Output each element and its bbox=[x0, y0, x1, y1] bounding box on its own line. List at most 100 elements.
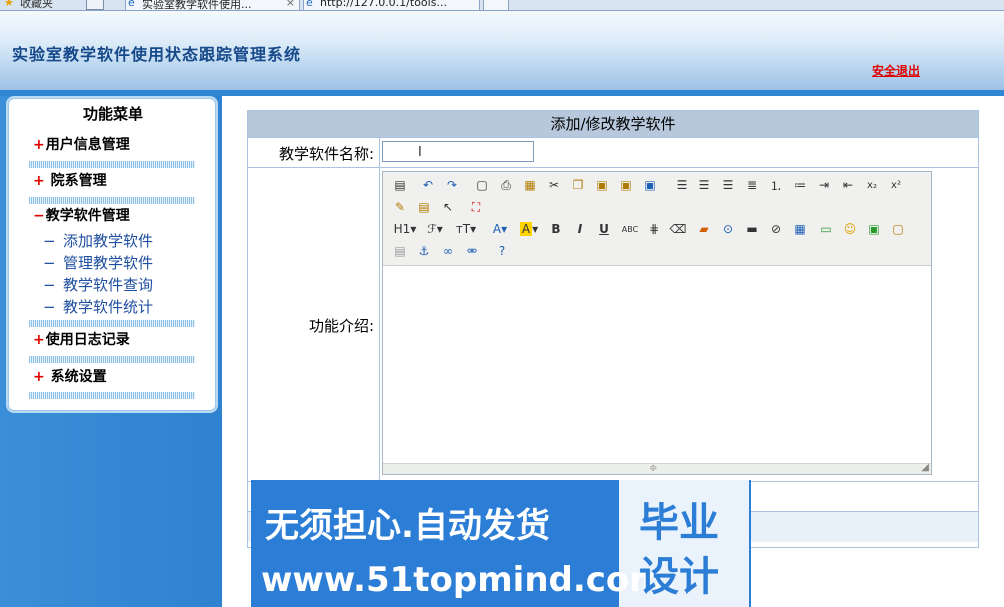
select-all-icon[interactable]: ▤ bbox=[415, 198, 433, 216]
new-tab-button[interactable] bbox=[483, 0, 509, 10]
watermark-url: www.51topmind.com bbox=[261, 560, 665, 600]
clear-format-icon[interactable]: ✎ bbox=[391, 198, 409, 216]
menu-section-label: 系统设置 bbox=[50, 369, 107, 385]
undo-icon[interactable]: ↶ bbox=[419, 176, 437, 194]
indent-icon[interactable]: ⇥ bbox=[815, 176, 833, 194]
editor-resize-bar[interactable]: ≑ ◢ bbox=[383, 462, 931, 474]
menu-item-label: 教学软件统计 bbox=[63, 298, 154, 316]
menu-section-label: 用户信息管理 bbox=[45, 137, 130, 153]
function-menu: 功能菜单 +用户信息管理 + 院系管理 −教学软件管理 − 添加教学软件 − 管理教… bbox=[8, 98, 216, 411]
underline-icon[interactable]: U bbox=[595, 220, 613, 238]
menu-section-department[interactable]: + 院系管理 bbox=[33, 170, 107, 190]
favorites-star-icon[interactable]: ★ bbox=[4, 0, 14, 9]
expand-icon: + bbox=[33, 137, 45, 153]
subscript-icon[interactable]: x₂ bbox=[863, 176, 881, 194]
emoticon-icon[interactable]: ☺ bbox=[841, 220, 859, 238]
unlink-icon[interactable]: ⚮ bbox=[463, 242, 481, 260]
resize-grip-icon[interactable]: ≑ bbox=[649, 463, 657, 474]
browser-tab-title: 实验室教学软件使用... bbox=[142, 0, 252, 11]
sidebar: 功能菜单 +用户信息管理 + 院系管理 −教学软件管理 − 添加教学软件 − 管理教… bbox=[0, 96, 222, 607]
italic-icon[interactable]: I bbox=[571, 220, 589, 238]
align-right-icon[interactable]: ☰ bbox=[719, 176, 737, 194]
source-icon[interactable]: ▤ bbox=[391, 176, 409, 194]
print-icon[interactable]: ⎙ bbox=[497, 176, 515, 194]
dash-icon: − bbox=[43, 276, 56, 294]
menu-item-label: 管理教学软件 bbox=[63, 254, 154, 272]
browser-tab[interactable]: e http://127.0.0.1/tools... bbox=[303, 0, 480, 10]
align-left-icon[interactable]: ☰ bbox=[673, 176, 691, 194]
editor-toolbar: ▤ ↶ ↷ ▢ ⎙ ▦ ✂ ❐ ▣ ▣ ▣ ☰ ☰ ☰ ≣ ⒈ ≔ ⇥ ⇤ x₂ bbox=[383, 172, 931, 266]
outdent-icon[interactable]: ⇤ bbox=[839, 176, 857, 194]
fore-color-icon[interactable]: A ▾ bbox=[489, 220, 511, 238]
cut-icon[interactable]: ✂ bbox=[545, 176, 563, 194]
image-manager-icon[interactable]: ▣ bbox=[865, 220, 883, 238]
browser-tab-title: http://127.0.0.1/tools... bbox=[320, 0, 447, 9]
watermark-overlay: 无须担心.自动发货 www.51topmind.com 毕业 设计 bbox=[251, 480, 751, 607]
font-size-select[interactable]: тT ▾ bbox=[453, 220, 479, 238]
menu-item-query-software[interactable]: − 教学软件查询 bbox=[43, 274, 153, 295]
menu-item-stats-software[interactable]: − 教学软件统计 bbox=[43, 296, 153, 317]
browser-tab-active[interactable]: e 实验室教学软件使用... × bbox=[125, 0, 300, 11]
menu-section-software[interactable]: −教学软件管理 bbox=[33, 205, 130, 225]
intro-label: 功能介绍: bbox=[308, 317, 374, 335]
header-banner: 实验室教学软件使用状态跟踪管理系统 安全退出 bbox=[0, 11, 1004, 90]
align-center-icon[interactable]: ☰ bbox=[695, 176, 713, 194]
fullscreen-icon[interactable]: ⛶ bbox=[467, 198, 485, 216]
dash-icon: − bbox=[43, 298, 56, 316]
watermark-badge-line1: 毕业 bbox=[639, 500, 719, 546]
help-icon[interactable]: ? bbox=[493, 242, 511, 260]
strikethrough-icon[interactable]: ABC bbox=[619, 220, 641, 238]
watermark-slogan: 无须担心.自动发货 bbox=[265, 506, 550, 546]
menu-section-usage-log[interactable]: +使用日志记录 bbox=[33, 329, 130, 349]
table-grid-icon[interactable]: ⋕ bbox=[645, 220, 663, 238]
menu-item-manage-software[interactable]: − 管理教学软件 bbox=[43, 252, 153, 273]
row-divider bbox=[248, 167, 978, 168]
table-icon[interactable]: ▦ bbox=[791, 220, 809, 238]
software-name-input[interactable] bbox=[382, 141, 534, 162]
collapse-icon: − bbox=[33, 208, 45, 224]
redo-icon[interactable]: ↷ bbox=[443, 176, 461, 194]
template-icon[interactable]: ▦ bbox=[521, 176, 539, 194]
page-break-icon[interactable]: ▤ bbox=[391, 242, 409, 260]
expand-icon: + bbox=[33, 369, 50, 385]
copy-icon[interactable]: ❐ bbox=[569, 176, 587, 194]
menu-section-label: 院系管理 bbox=[50, 173, 107, 189]
bold-icon[interactable]: B bbox=[547, 220, 565, 238]
preview-icon[interactable]: ▢ bbox=[473, 176, 491, 194]
menu-title: 功能菜单 bbox=[82, 105, 143, 123]
insert-image-icon[interactable]: ▰ bbox=[695, 220, 713, 238]
heading-select[interactable]: H1 ▾ bbox=[391, 220, 419, 238]
resize-corner-icon[interactable]: ◢ bbox=[921, 462, 929, 473]
flash-icon[interactable]: ⊙ bbox=[719, 220, 737, 238]
menu-item-add-software[interactable]: − 添加教学软件 bbox=[43, 230, 153, 251]
paste-word-icon[interactable]: ▣ bbox=[641, 176, 659, 194]
watermark-badge-line2: 设计 bbox=[639, 554, 719, 600]
attachment-icon[interactable]: ⊘ bbox=[767, 220, 785, 238]
close-tab-icon[interactable]: × bbox=[286, 0, 295, 9]
superscript-icon[interactable]: x² bbox=[887, 176, 905, 194]
cursor-icon[interactable]: ↖ bbox=[439, 198, 457, 216]
horizontal-rule-icon[interactable]: ▭ bbox=[817, 220, 835, 238]
eraser-icon[interactable]: ⌫ bbox=[669, 220, 687, 238]
paste-icon[interactable]: ▣ bbox=[593, 176, 611, 194]
ordered-list-icon[interactable]: ⒈ bbox=[767, 176, 785, 194]
tab-grid-icon[interactable] bbox=[86, 0, 104, 10]
menu-divider bbox=[29, 392, 195, 399]
text-cursor-icon: I bbox=[418, 145, 422, 160]
code-icon[interactable]: ▢ bbox=[889, 220, 907, 238]
menu-section-settings[interactable]: + 系统设置 bbox=[33, 366, 107, 386]
justify-icon[interactable]: ≣ bbox=[743, 176, 761, 194]
browser-tab-strip: ★ 收藏夹 e 实验室教学软件使用... × e http://127.0.0.… bbox=[0, 0, 1004, 11]
highlight-color-icon[interactable]: A ▾ bbox=[517, 220, 541, 238]
favorites-label[interactable]: 收藏夹 bbox=[20, 0, 53, 10]
link-icon[interactable]: ∞ bbox=[439, 242, 457, 260]
font-family-select[interactable]: ℱ ▾ bbox=[423, 220, 447, 238]
logout-link[interactable]: 安全退出 bbox=[872, 62, 920, 79]
editor-body[interactable] bbox=[383, 267, 931, 463]
menu-section-user-info[interactable]: +用户信息管理 bbox=[33, 134, 130, 154]
paste-text-icon[interactable]: ▣ bbox=[617, 176, 635, 194]
menu-item-label: 教学软件查询 bbox=[63, 276, 154, 294]
anchor-icon[interactable]: ⚓ bbox=[415, 242, 433, 260]
media-icon[interactable]: ▬ bbox=[743, 220, 761, 238]
unordered-list-icon[interactable]: ≔ bbox=[791, 176, 809, 194]
